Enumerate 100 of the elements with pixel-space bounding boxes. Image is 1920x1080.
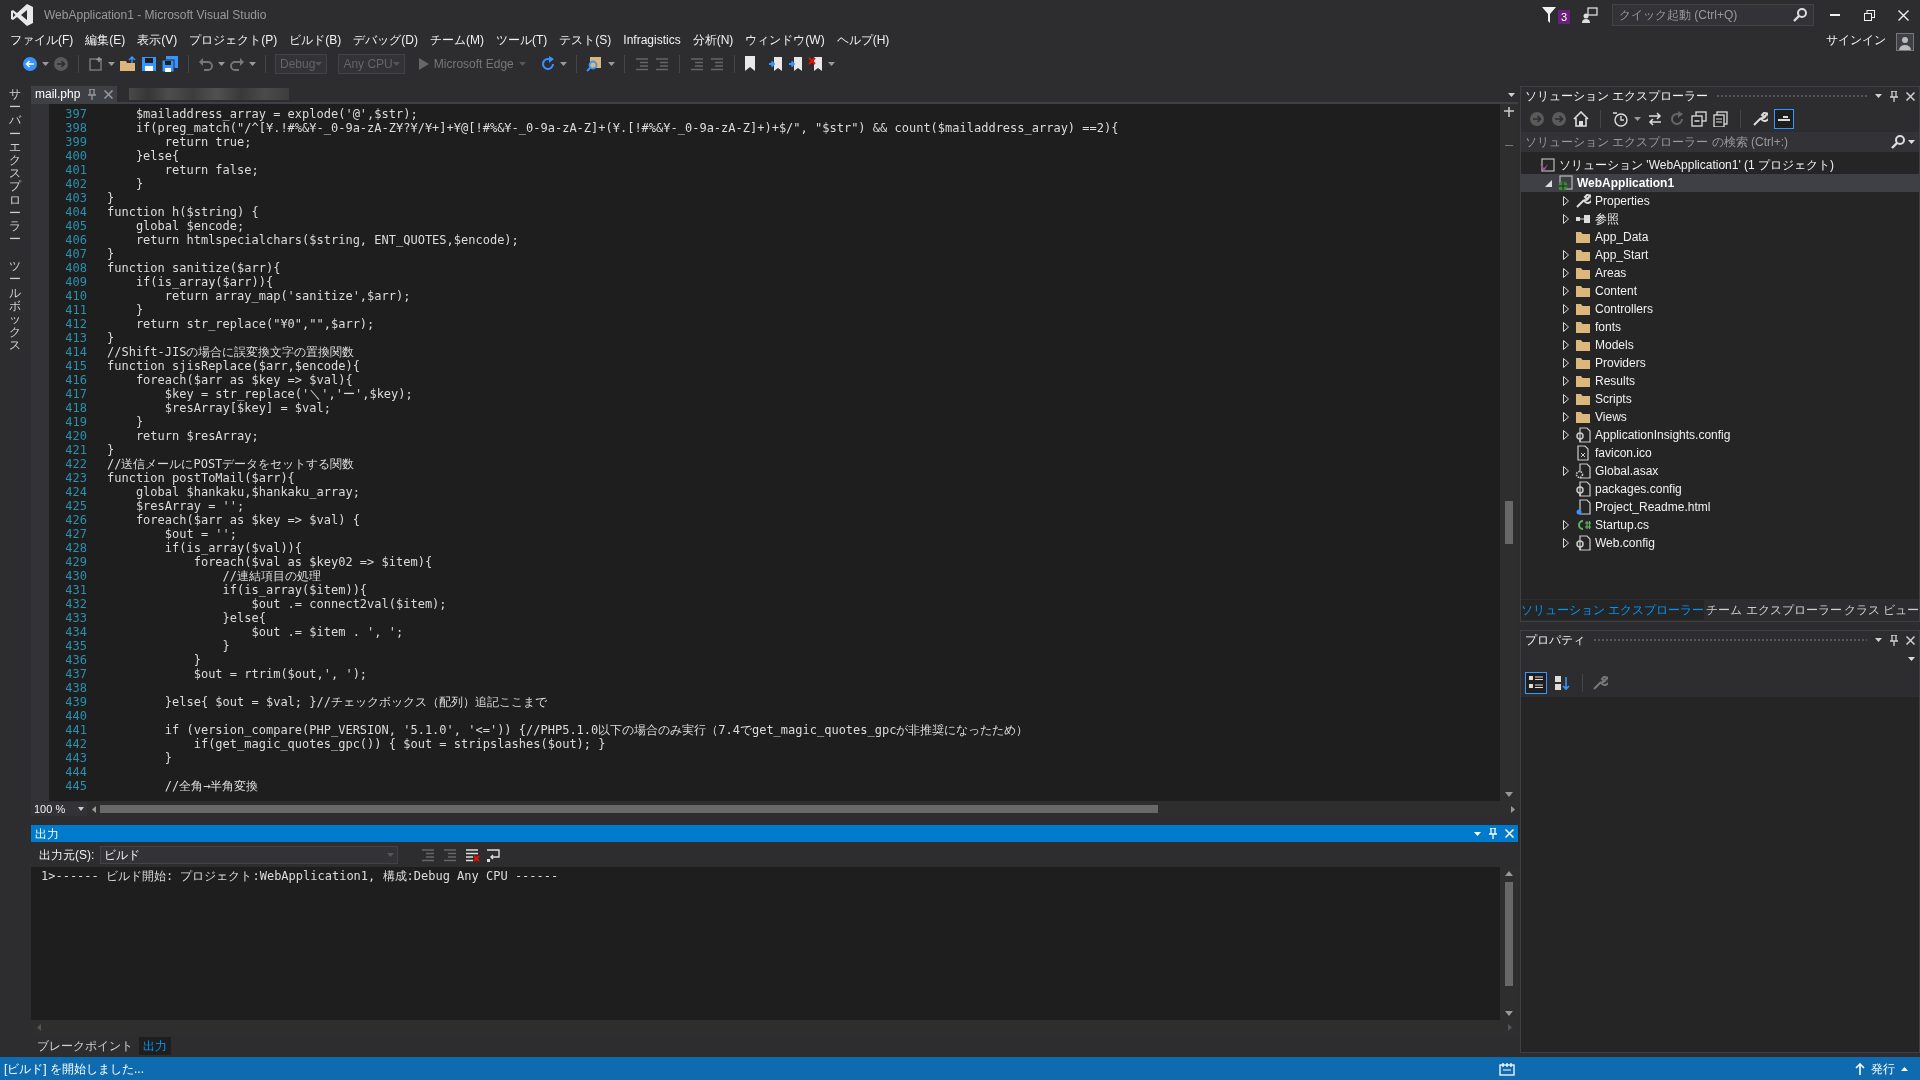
close-icon[interactable] [1906,91,1915,101]
expand-arrow-icon[interactable] [1563,268,1569,278]
pin-icon[interactable] [1890,634,1898,646]
scrollbar-thumb[interactable] [100,805,1158,813]
caret-icon[interactable] [1875,94,1882,98]
collapse-all-icon[interactable] [1691,110,1707,127]
tree-item[interactable]: Scripts [1521,390,1919,408]
previous-bookmark-icon[interactable] [767,55,784,72]
tree-item[interactable]: ApplicationInsights.config [1521,426,1919,444]
output-source-dropdown[interactable]: ビルド [100,845,399,864]
menu-item[interactable]: チーム(M) [424,31,490,49]
tree-item[interactable]: favicon.ico [1521,444,1919,462]
tree-item[interactable]: App_Start [1521,246,1919,264]
tree-item[interactable]: Results [1521,372,1919,390]
save-icon[interactable] [141,55,157,72]
panel-tab[interactable]: チーム エクスプローラー [1706,600,1842,620]
open-folder-icon[interactable] [119,55,137,72]
tree-item[interactable]: Web.config [1521,534,1919,552]
new-project-icon[interactable] [88,55,104,72]
properties-wrench-icon[interactable] [1752,110,1768,127]
home-icon[interactable] [1573,110,1589,127]
expand-arrow-icon[interactable] [1563,286,1569,296]
save-all-icon[interactable] [161,55,179,72]
expand-arrow-icon[interactable] [1563,538,1569,548]
menu-item[interactable]: Infragistics [617,31,687,49]
pin-icon[interactable] [88,88,97,100]
tree-item[interactable]: Areas [1521,264,1919,282]
indent-icon[interactable] [633,55,650,72]
close-icon[interactable] [104,89,114,99]
scroll-down-arrow-icon[interactable] [1505,1011,1513,1016]
menu-item[interactable]: テスト(S) [553,31,618,49]
tree-item[interactable]: Controllers [1521,300,1919,318]
uncomment-icon[interactable] [708,55,725,72]
tree-item[interactable]: fonts [1521,318,1919,336]
find-in-files-icon[interactable] [585,55,604,72]
outdent-icon[interactable] [653,55,670,72]
caret-icon[interactable] [249,61,256,66]
tree-item[interactable]: Properties [1521,192,1919,210]
redo-icon[interactable] [229,55,245,72]
refresh-icon[interactable] [539,55,556,72]
caret-icon[interactable] [1875,638,1882,642]
scroll-up-arrow-icon[interactable] [1505,871,1513,876]
scrollbar-thumb[interactable] [1505,501,1513,544]
tree-item[interactable]: Providers [1521,354,1919,372]
tree-item[interactable]: Content [1521,282,1919,300]
search-icon[interactable] [1891,135,1905,149]
caret-icon[interactable] [827,61,835,66]
scroll-right-arrow-icon[interactable] [1511,805,1515,813]
panel-tab[interactable]: ソリューション エクスプローラー [1521,600,1705,620]
tree-item[interactable]: App_Data [1521,228,1919,246]
clear-all-icon[interactable] [464,846,481,863]
pin-icon[interactable] [1890,90,1898,102]
caret-icon[interactable] [1508,93,1515,97]
bookmark-icon[interactable] [743,56,756,71]
side-panel-tab[interactable]: ツールボックス [9,260,21,353]
menu-item[interactable]: 表示(V) [131,31,184,49]
feedback-icon[interactable] [1582,7,1598,23]
vertical-scrollbar[interactable] [1500,104,1518,801]
tree-item[interactable]: ソリューション 'WebApplication1' (1 プロジェクト) [1521,156,1919,174]
caret-icon[interactable] [42,61,49,66]
menu-item[interactable]: 編集(E) [79,31,132,49]
menu-item[interactable]: ファイル(F) [4,31,80,49]
expand-arrow-icon[interactable] [1563,376,1569,386]
publish-button[interactable]: 発行 [1855,1059,1908,1078]
menu-item[interactable]: ビルド(B) [283,31,348,49]
tree-item[interactable]: Project_Readme.html [1521,498,1919,516]
refresh-icon[interactable] [1669,110,1685,127]
show-all-files-icon[interactable] [1713,110,1729,127]
caret-icon[interactable] [218,61,225,66]
collapse-arrow-icon[interactable] [1544,179,1552,187]
property-pages-wrench-icon[interactable] [1592,675,1608,691]
expand-arrow-icon[interactable] [1563,520,1569,530]
panel-tab[interactable]: ブレークポイント [33,1037,137,1055]
close-icon[interactable] [1906,635,1915,645]
caret-icon[interactable] [1474,831,1481,836]
scroll-down-arrow-icon[interactable] [1505,792,1513,797]
sync-icon[interactable] [1647,110,1663,127]
expand-arrow-icon[interactable] [1563,304,1569,314]
next-bookmark-icon[interactable] [787,55,804,72]
menu-item[interactable]: ウィンドウ(W) [739,31,831,49]
preview-toggle[interactable] [1774,108,1794,129]
clear-bookmarks-icon[interactable] [807,55,824,72]
tree-item[interactable]: Global.asax [1521,462,1919,480]
menu-item[interactable]: プロジェクト(P) [183,31,284,49]
expand-arrow-icon[interactable] [1563,358,1569,368]
tree-item[interactable]: Models [1521,336,1919,354]
splitter-icon[interactable] [1504,107,1514,117]
menu-item[interactable]: 分析(N) [686,31,740,49]
search-icon[interactable] [1793,8,1807,22]
expand-arrow-icon[interactable] [1563,322,1569,332]
sign-in-link[interactable]: サインイン [1826,31,1886,49]
search-field[interactable]: ソリューション エクスプローラー の検索 (Ctrl+:) [1521,132,1919,152]
notification-badge[interactable]: 3 [1557,10,1570,24]
menu-item[interactable]: ヘルプ(H) [830,31,896,49]
expand-arrow-icon[interactable] [1563,466,1569,476]
tree-item[interactable]: Views [1521,408,1919,426]
tree-item[interactable]: Startup.cs [1521,516,1919,534]
caret-icon[interactable] [1908,140,1915,144]
caret-icon[interactable] [607,61,615,66]
expand-arrow-icon[interactable] [1563,196,1569,206]
